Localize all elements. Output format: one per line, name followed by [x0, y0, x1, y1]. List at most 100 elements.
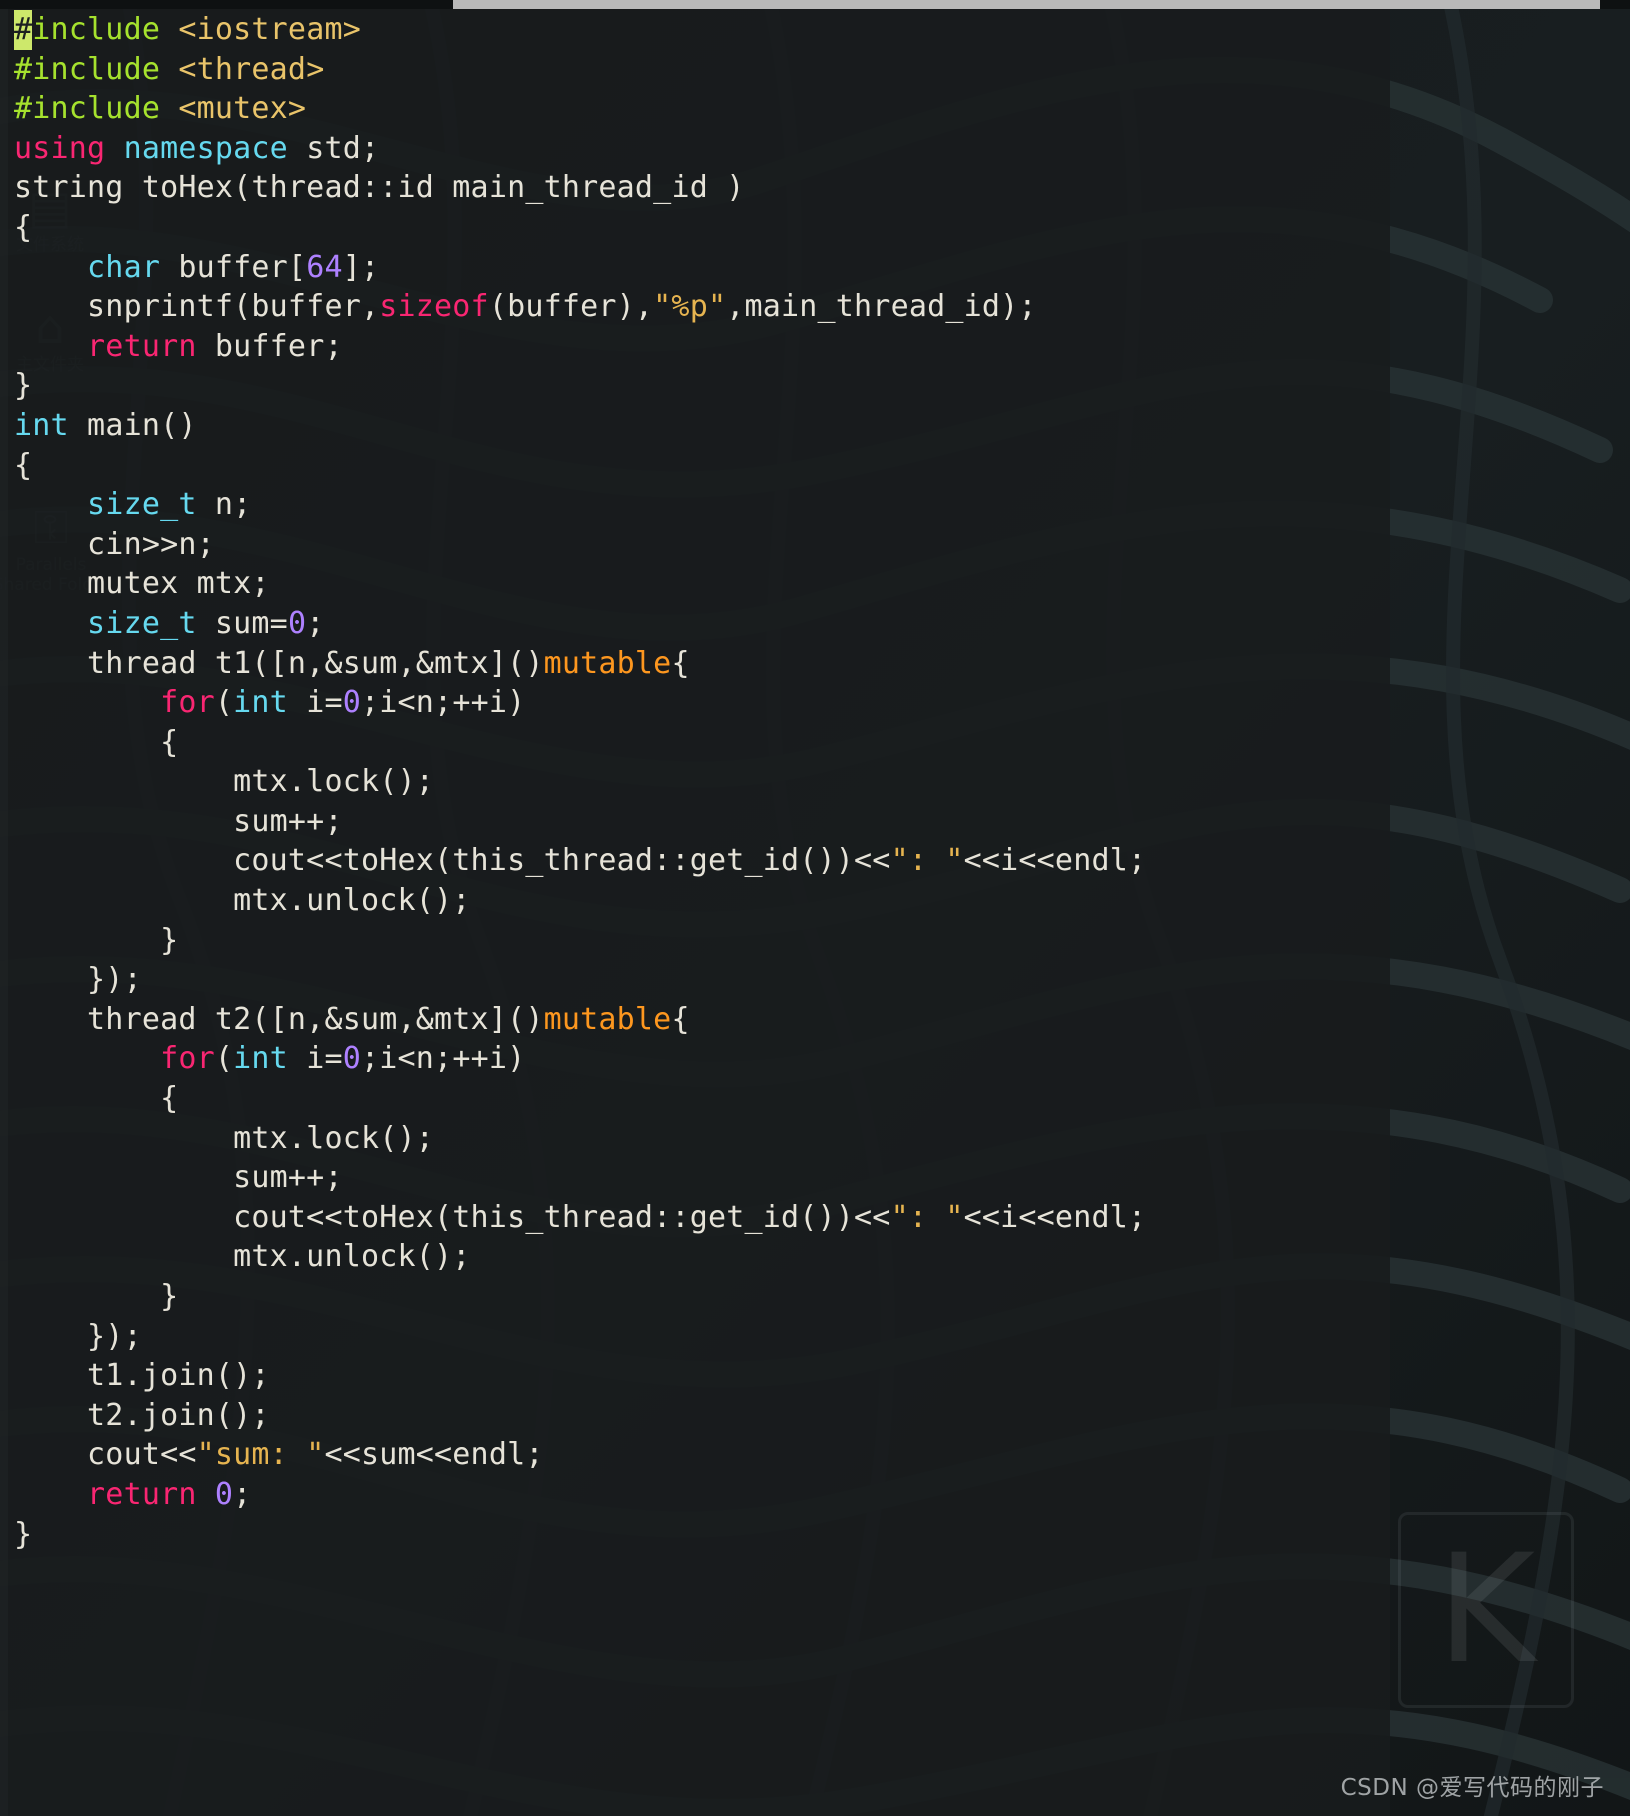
code-token: mtx.unlock(); — [233, 1239, 471, 1275]
code-token: <<i<<endl; — [963, 1199, 1147, 1235]
code-token: thread t1([n,&sum,&mtx]() — [87, 645, 544, 681]
code-token: 0 — [342, 685, 362, 721]
editor-gutter — [0, 9, 8, 1816]
code-token: cout<<toHex(this_thread — [233, 843, 654, 879]
code-token: i= — [287, 685, 343, 721]
code-token: namespace — [123, 130, 288, 166]
code-token: main() — [68, 407, 197, 443]
code-token: mutex mtx; — [87, 566, 270, 602]
code-line: cout<<toHex(this_thread::get_id())<<": "… — [14, 1198, 1514, 1238]
code-token: :: — [653, 1199, 690, 1235]
code-token: int — [233, 685, 288, 721]
code-line: { — [14, 723, 1514, 763]
code-content[interactable]: #include <iostream> #include <thread> #inc… — [14, 10, 1514, 1554]
code-token: for — [160, 1041, 215, 1077]
code-token: for — [160, 685, 215, 721]
code-token: ]; — [342, 249, 380, 285]
code-token: 0 — [342, 1041, 362, 1077]
code-token: snprintf(buffer, — [87, 289, 380, 325]
code-line: int main() — [14, 406, 1514, 446]
code-token: 0 — [287, 605, 307, 641]
code-token: :: — [653, 843, 690, 879]
code-line: #include <iostream> — [14, 10, 1514, 50]
code-line: } — [14, 921, 1514, 961]
code-token: int — [233, 1041, 288, 1077]
code-token: id main_thread_id ) — [397, 170, 745, 206]
code-token: buffer; — [196, 328, 343, 364]
code-token: ;i<n;++i) — [361, 1041, 526, 1077]
code-token: ": " — [890, 1199, 964, 1235]
code-line: string toHex(thread::id main_thread_id ) — [14, 168, 1514, 208]
code-line: }); — [14, 960, 1514, 1000]
code-token: cout<<toHex(this_thread — [233, 1199, 654, 1235]
code-token: "%p" — [653, 289, 727, 325]
code-token: { — [14, 447, 33, 483]
code-line: cout<<"sum: "<<sum<<endl; — [14, 1435, 1514, 1475]
code-token: sum= — [196, 605, 288, 641]
code-line: using namespace std; — [14, 129, 1514, 169]
code-token: char — [87, 249, 161, 285]
code-line: thread t2([n,&sum,&mtx]()mutable{ — [14, 1000, 1514, 1040]
code-line: sum++; — [14, 802, 1514, 842]
code-line: }); — [14, 1317, 1514, 1357]
code-line: { — [14, 208, 1514, 248]
code-token: cout<< — [87, 1437, 197, 1473]
code-token: mutable — [543, 1001, 672, 1037]
code-token: ; — [306, 605, 325, 641]
code-line: cout<<toHex(this_thread::get_id())<<": "… — [14, 841, 1514, 881]
code-token: include — [32, 12, 179, 47]
code-token: }); — [87, 1318, 142, 1354]
code-token: sum++; — [233, 1160, 343, 1196]
code-line: { — [14, 1079, 1514, 1119]
code-token: <mutex> — [178, 91, 307, 127]
code-token: 64 — [306, 249, 343, 285]
code-token: mutable — [543, 645, 672, 681]
code-token: thread t2([n,&sum,&mtx]() — [87, 1001, 544, 1037]
code-line: thread t1([n,&sum,&mtx]()mutable{ — [14, 644, 1514, 684]
code-line: char buffer[64]; — [14, 248, 1514, 288]
code-token: get_id())<< — [689, 843, 891, 879]
code-token: }); — [87, 962, 142, 998]
code-token: <thread> — [178, 51, 325, 87]
code-token: size_t — [87, 605, 197, 641]
code-line: mtx.unlock(); — [14, 1237, 1514, 1277]
code-line: mutex mtx; — [14, 564, 1514, 604]
code-token: { — [160, 724, 179, 760]
code-token: t2.join(); — [87, 1397, 270, 1433]
code-line: for(int i=0;i<n;++i) — [14, 683, 1514, 723]
code-token: } — [160, 1279, 179, 1314]
code-token: <<i<<endl; — [963, 843, 1147, 879]
code-line: mtx.lock(); — [14, 1119, 1514, 1159]
text-cursor[interactable]: # — [14, 10, 33, 50]
code-token: #include — [14, 51, 179, 87]
csdn-watermark: CSDN @爱写代码的刚子 — [1340, 1775, 1604, 1801]
code-token: <iostream> — [178, 12, 361, 47]
code-line: mtx.unlock(); — [14, 881, 1514, 921]
code-token: #include — [14, 91, 179, 127]
code-line: for(int i=0;i<n;++i) — [14, 1039, 1514, 1079]
code-line: sum++; — [14, 1158, 1514, 1198]
code-token: (buffer), — [488, 289, 654, 325]
code-token: mtx.unlock(); — [233, 883, 471, 919]
code-token: ( — [214, 1041, 234, 1077]
code-token: ,main_thread_id); — [726, 289, 1037, 325]
code-line: } — [14, 1277, 1514, 1317]
code-token: { — [671, 1001, 690, 1037]
code-token: buffer[ — [160, 249, 307, 285]
code-token: i= — [287, 1041, 343, 1077]
code-token: { — [160, 1081, 179, 1117]
code-token: get_id())<< — [689, 1199, 891, 1235]
code-token: return — [87, 1476, 197, 1512]
code-token: t1.join(); — [87, 1358, 270, 1394]
window-top-strip — [0, 0, 1630, 9]
code-token: sizeof — [379, 289, 489, 325]
screen-root: ▤ 文件系统 ⌂ 主文件夹 ⚿ Parallels Shared Fold...… — [0, 0, 1630, 1816]
code-line: snprintf(buffer,sizeof(buffer),"%p",main… — [14, 287, 1514, 327]
code-line: return buffer; — [14, 327, 1514, 367]
code-token: } — [14, 1516, 33, 1552]
code-token: } — [14, 368, 33, 404]
code-token: ; — [233, 1476, 252, 1512]
code-line: #include <mutex> — [14, 89, 1514, 129]
